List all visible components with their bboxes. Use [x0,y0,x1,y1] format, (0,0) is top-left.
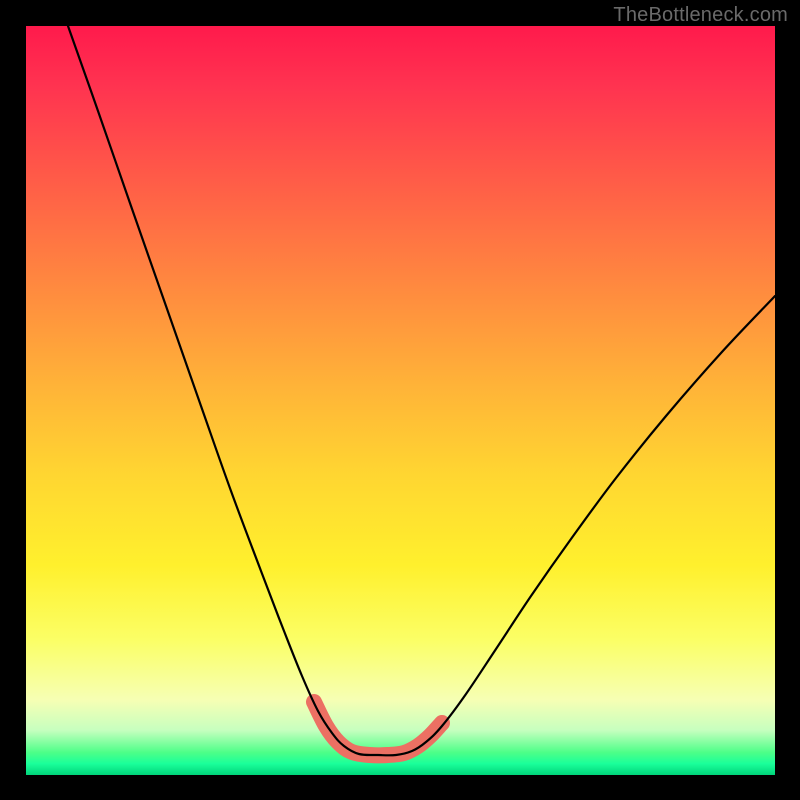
watermark-text: TheBottleneck.com [613,4,788,27]
curve-svg [26,26,775,775]
plot-area [26,26,775,775]
valley-highlight-line [314,702,442,755]
bottleneck-curve-line [68,26,775,755]
chart-frame: TheBottleneck.com [0,0,800,800]
